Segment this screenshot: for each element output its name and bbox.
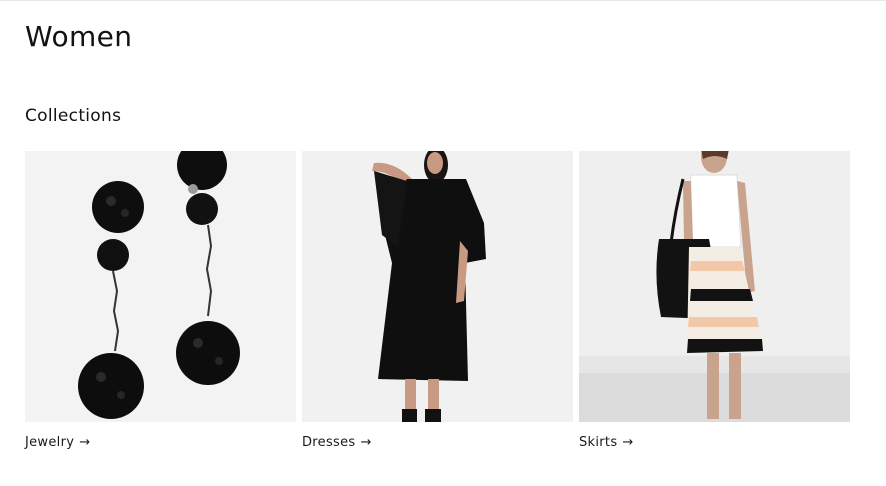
header-divider: [0, 0, 886, 1]
arrow-right-icon: →: [79, 435, 91, 450]
collection-card-skirts[interactable]: Skirts →: [579, 151, 850, 450]
collection-link-dresses[interactable]: Dresses →: [302, 435, 573, 450]
collection-card-dresses[interactable]: Dresses →: [302, 151, 573, 450]
arrow-right-icon: →: [360, 435, 372, 450]
collection-grid: Jewelry → Dresses → Skirts →: [25, 151, 850, 450]
skirts-image[interactable]: [579, 151, 850, 422]
jewelry-image[interactable]: [25, 151, 296, 422]
collection-link-jewelry[interactable]: Jewelry →: [25, 435, 296, 450]
arrow-right-icon: →: [622, 435, 634, 450]
collection-label: Skirts: [579, 435, 618, 450]
collection-link-skirts[interactable]: Skirts →: [579, 435, 850, 450]
collection-label: Jewelry: [25, 435, 75, 450]
collection-card-jewelry[interactable]: Jewelry →: [25, 151, 296, 450]
page-title: Women: [25, 20, 133, 53]
collection-label: Dresses: [302, 435, 356, 450]
collections-heading: Collections: [25, 106, 122, 126]
dresses-image[interactable]: [302, 151, 573, 422]
